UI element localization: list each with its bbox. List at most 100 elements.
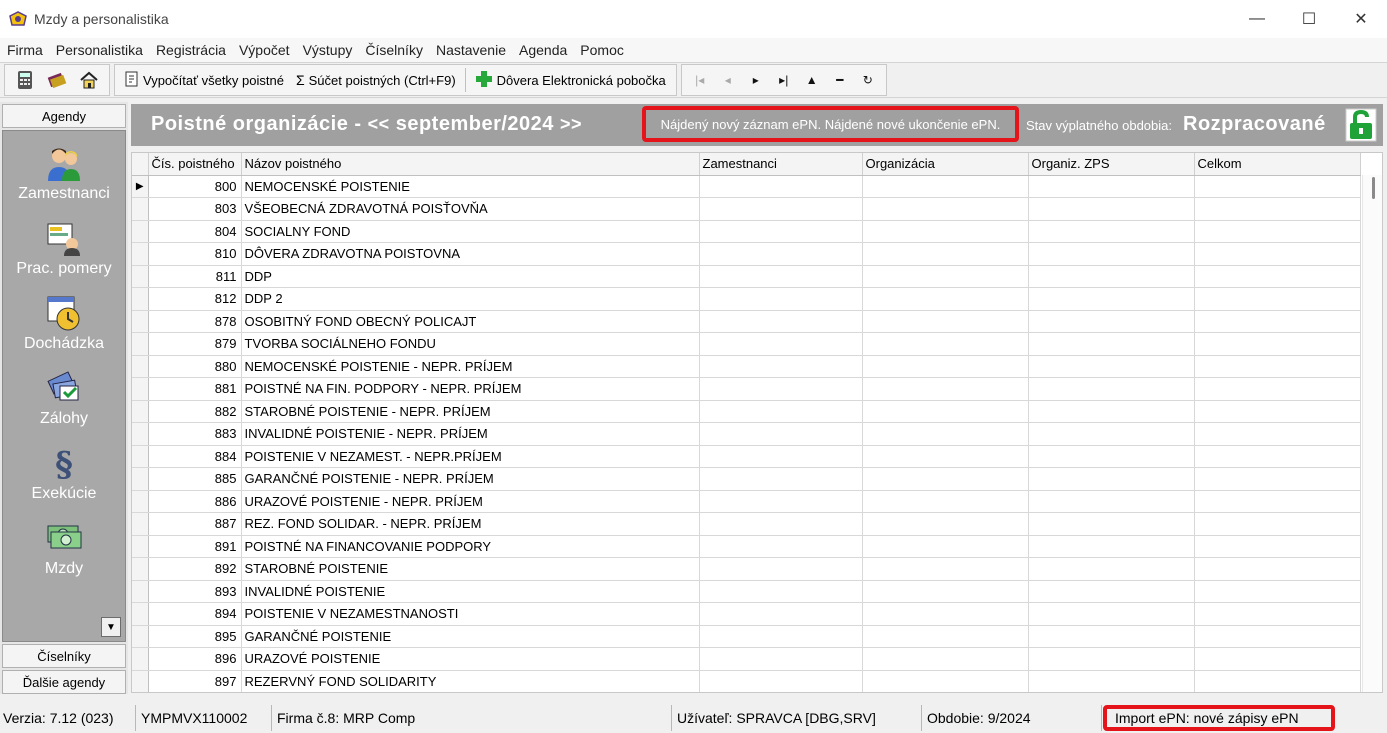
cell-name[interactable]: GARANČNÉ POISTENIE xyxy=(241,625,700,648)
cell-number[interactable]: 887 xyxy=(148,512,242,536)
cell-total[interactable] xyxy=(1194,332,1361,356)
cell-name[interactable]: VŠEOBECNÁ ZDRAVOTNÁ POISŤOVŇA xyxy=(241,197,700,221)
cell-total[interactable] xyxy=(1194,265,1361,288)
cell-organization-zps[interactable] xyxy=(1028,602,1195,626)
cell-organization-zps[interactable] xyxy=(1028,422,1195,446)
table-row[interactable]: 896 URAZOVÉ POISTENIE xyxy=(132,647,1361,671)
row-indicator[interactable] xyxy=(132,310,149,333)
table-row[interactable]: 885 GARANČNÉ POISTENIE - NEPR. PRÍJEM xyxy=(132,467,1361,491)
cell-employees[interactable] xyxy=(699,625,863,648)
grid-vertical-scrollbar[interactable] xyxy=(1362,175,1382,692)
home-icon[interactable] xyxy=(78,69,100,91)
cell-employees[interactable] xyxy=(699,490,863,513)
cell-total[interactable] xyxy=(1194,490,1361,513)
cell-total[interactable] xyxy=(1194,580,1361,603)
row-indicator[interactable] xyxy=(132,355,149,378)
cell-total[interactable] xyxy=(1194,535,1361,558)
cell-name[interactable]: DDP xyxy=(241,265,700,288)
row-indicator[interactable] xyxy=(132,265,149,288)
cell-organization[interactable] xyxy=(862,287,1029,311)
cell-organization[interactable] xyxy=(862,557,1029,581)
table-row[interactable]: 883 INVALIDNÉ POISTENIE - NEPR. PRÍJEM xyxy=(132,422,1361,446)
cell-employees[interactable] xyxy=(699,242,863,266)
table-row[interactable]: 812 DDP 2 xyxy=(132,287,1361,311)
cell-name[interactable]: REZERVNÝ FOND SOLIDARITY xyxy=(241,670,700,692)
cell-organization[interactable] xyxy=(862,647,1029,671)
cell-name[interactable]: POISTENIE V NEZAMESTNANOSTI xyxy=(241,602,700,626)
cell-name[interactable]: TVORBA SOCIÁLNEHO FONDU xyxy=(241,332,700,356)
cell-number[interactable]: 886 xyxy=(148,490,242,513)
table-row[interactable]: 884 POISTENIE V NEZAMEST. - NEPR.PRÍJEM xyxy=(132,445,1361,468)
cell-employees[interactable] xyxy=(699,422,863,446)
cell-number[interactable]: 893 xyxy=(148,580,242,603)
cell-number[interactable]: 895 xyxy=(148,625,242,648)
row-indicator[interactable]: ▶ xyxy=(132,175,149,198)
cell-number[interactable]: 882 xyxy=(148,400,242,423)
cell-name[interactable]: REZ. FOND SOLIDAR. - NEPR. PRÍJEM xyxy=(241,512,700,536)
nav-delete-button[interactable]: ━ xyxy=(826,66,854,94)
period-prev-button[interactable]: << xyxy=(368,114,390,134)
minimize-button[interactable]: — xyxy=(1231,0,1283,38)
cell-number[interactable]: 878 xyxy=(148,310,242,333)
cell-organization-zps[interactable] xyxy=(1028,557,1195,581)
cell-organization-zps[interactable] xyxy=(1028,625,1195,648)
cell-number[interactable]: 894 xyxy=(148,602,242,626)
cell-employees[interactable] xyxy=(699,355,863,378)
cell-organization[interactable] xyxy=(862,332,1029,356)
cell-total[interactable] xyxy=(1194,377,1361,401)
cell-total[interactable] xyxy=(1194,220,1361,243)
cell-name[interactable]: DDP 2 xyxy=(241,287,700,311)
cell-organization-zps[interactable] xyxy=(1028,512,1195,536)
cell-number[interactable]: 881 xyxy=(148,377,242,401)
menu-pomoc[interactable]: Pomoc xyxy=(575,42,629,58)
cell-employees[interactable] xyxy=(699,287,863,311)
row-indicator[interactable] xyxy=(132,535,149,558)
books-icon[interactable] xyxy=(46,69,68,91)
cell-employees[interactable] xyxy=(699,197,863,221)
cell-number[interactable]: 896 xyxy=(148,647,242,671)
row-indicator[interactable] xyxy=(132,467,149,491)
cell-total[interactable] xyxy=(1194,287,1361,311)
cell-employees[interactable] xyxy=(699,467,863,491)
cell-organization[interactable] xyxy=(862,445,1029,468)
cell-number[interactable]: 891 xyxy=(148,535,242,558)
agenda-item-dochadzka[interactable]: Dochádzka xyxy=(3,285,125,360)
cell-employees[interactable] xyxy=(699,377,863,401)
table-row[interactable]: 880 NEMOCENSKÉ POISTENIE - NEPR. PRÍJEM xyxy=(132,355,1361,378)
table-row[interactable]: 803 VŠEOBECNÁ ZDRAVOTNÁ POISŤOVŇA xyxy=(132,197,1361,221)
cell-employees[interactable] xyxy=(699,602,863,626)
cell-number[interactable]: 884 xyxy=(148,445,242,468)
table-row[interactable]: 879 TVORBA SOCIÁLNEHO FONDU xyxy=(132,332,1361,356)
cell-total[interactable] xyxy=(1194,175,1361,198)
cell-name[interactable]: NEMOCENSKÉ POISTENIE xyxy=(241,175,700,198)
cell-organization-zps[interactable] xyxy=(1028,467,1195,491)
sum-button[interactable]: Σ Súčet poistných (Ctrl+F9) xyxy=(290,66,462,94)
cell-employees[interactable] xyxy=(699,670,863,692)
cell-name[interactable]: POISTNÉ NA FINANCOVANIE PODPORY xyxy=(241,535,700,558)
nav-first-button[interactable]: |◂ xyxy=(686,66,714,94)
agenda-item-zamestnanci[interactable]: Zamestnanci xyxy=(3,135,125,210)
agenda-item-prac-pomery[interactable]: Prac. pomery xyxy=(3,210,125,285)
menu-agenda[interactable]: Agenda xyxy=(514,42,572,58)
maximize-button[interactable]: ☐ xyxy=(1283,0,1335,38)
cell-organization[interactable] xyxy=(862,220,1029,243)
cell-name[interactable]: URAZOVÉ POISTENIE - NEPR. PRÍJEM xyxy=(241,490,700,513)
cell-total[interactable] xyxy=(1194,445,1361,468)
calculator-icon[interactable] xyxy=(14,69,36,91)
cell-employees[interactable] xyxy=(699,580,863,603)
row-indicator[interactable] xyxy=(132,602,149,626)
cell-total[interactable] xyxy=(1194,197,1361,221)
cell-organization[interactable] xyxy=(862,175,1029,198)
row-indicator[interactable] xyxy=(132,670,149,692)
row-indicator[interactable] xyxy=(132,625,149,648)
grid-scroll-thumb[interactable] xyxy=(1372,177,1375,199)
cell-name[interactable]: DÔVERA ZDRAVOTNA POISTOVNA xyxy=(241,242,700,266)
cell-organization[interactable] xyxy=(862,602,1029,626)
cell-employees[interactable] xyxy=(699,512,863,536)
cell-organization-zps[interactable] xyxy=(1028,265,1195,288)
agenda-other-button[interactable]: Ďalšie agendy xyxy=(2,670,126,694)
cell-organization[interactable] xyxy=(862,670,1029,692)
cell-organization[interactable] xyxy=(862,422,1029,446)
cell-number[interactable]: 800 xyxy=(148,175,242,198)
agenda-ciselniky-button[interactable]: Číselníky xyxy=(2,644,126,668)
